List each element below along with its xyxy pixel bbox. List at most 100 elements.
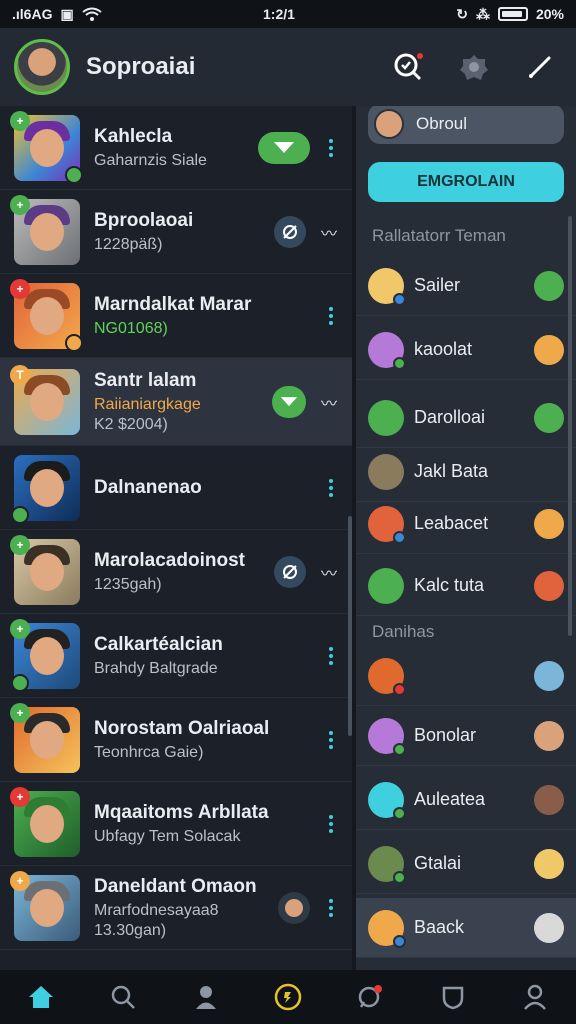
contact-name: Baack [414, 917, 465, 937]
muted-icon [283, 564, 297, 579]
reply-button[interactable] [258, 131, 310, 164]
search-button[interactable] [392, 51, 424, 83]
contact-name: Jakl Bata [414, 461, 489, 481]
chat-row[interactable]: Dalnanenao [0, 446, 352, 530]
chat-row[interactable]: + Norostam Oalriaoal Teonhrca Gaie) [0, 698, 352, 782]
chat-row[interactable]: T Santr lalam Raiianiargkage K2 $2004) 〰 [0, 358, 352, 446]
contact-item[interactable]: Sailer [356, 256, 576, 316]
chat-preview: Ubfagy Tem Solacak [94, 827, 241, 845]
mute-button[interactable] [274, 555, 306, 588]
more-menu-icon[interactable] [324, 478, 338, 497]
contact-action-icon[interactable] [534, 848, 564, 879]
nav-home[interactable] [21, 977, 61, 1017]
chat-row[interactable]: + Marolacadoinost 1235gah) 〰 [0, 530, 352, 614]
search-icon [112, 985, 136, 1009]
nav-account[interactable] [515, 977, 555, 1017]
more-menu-icon[interactable] [324, 730, 338, 749]
contact-name: Darolloai [414, 407, 486, 427]
nav-rewards[interactable] [268, 977, 308, 1017]
nav-profile[interactable] [186, 977, 226, 1017]
chat-name: Daneldant Omaon [94, 875, 257, 897]
shield-icon [442, 986, 463, 1010]
status-badge: + [10, 110, 30, 131]
avatar [11, 454, 80, 524]
chat-row[interactable]: + Daneldant Omaon Mrarfodnesayaa8 13.30g… [0, 866, 352, 950]
more-menu-icon[interactable] [324, 306, 338, 325]
avatar [368, 781, 406, 820]
search-input[interactable]: Obroul [368, 106, 564, 144]
chat-row[interactable]: + Kahlecla Gaharnzis Siale [0, 106, 352, 190]
contact-action-icon[interactable] [534, 402, 564, 433]
coin-icon [274, 983, 302, 1011]
contact-item[interactable]: kaoolat [356, 320, 576, 380]
contact-action-icon[interactable] [534, 334, 564, 365]
profile-avatar[interactable] [14, 39, 70, 95]
chat-meta: K2 $2004) [94, 415, 168, 433]
avatar[interactable] [278, 891, 310, 924]
scrollbar[interactable] [568, 216, 572, 636]
contact-action-icon[interactable] [534, 660, 564, 691]
contact-item[interactable]: Baack [356, 898, 576, 958]
contact-item[interactable]: Darolloai [356, 388, 576, 448]
wifi-icon [82, 7, 102, 21]
chat-row[interactable]: + Mqaaitoms Arbllata Ubfagy Tem Solacak [0, 782, 352, 866]
contact-action-icon[interactable] [534, 912, 564, 943]
chat-row[interactable]: + Bproolaoai 1228päß) 〰 [0, 190, 352, 274]
contact-item[interactable]: Auleatea [356, 770, 576, 830]
avatar: + [10, 870, 80, 941]
bottom-nav [0, 970, 576, 1024]
contact-name: Sailer [414, 275, 461, 295]
more-menu-icon[interactable] [324, 898, 338, 917]
status-badge: + [10, 786, 30, 807]
avatar: + [10, 278, 83, 352]
contact-action-icon[interactable] [534, 270, 564, 301]
chat-preview: Teonhrca Gaie) [94, 743, 204, 761]
contact-item[interactable]: Kalc tuta [356, 556, 576, 616]
person-icon [195, 986, 216, 1009]
nav-shield[interactable] [433, 977, 473, 1017]
contact-item[interactable]: Leabacet [356, 494, 576, 554]
avatar: T [10, 364, 80, 435]
contact-name: Leabacet [414, 513, 489, 533]
chat-row[interactable]: + Marndalkat Marar NG01068) [0, 274, 352, 358]
status-badge: + [10, 278, 30, 299]
activity-icon: 〰 [320, 225, 337, 243]
contact-item[interactable] [356, 646, 576, 706]
contact-item[interactable]: Jakl Bata [356, 442, 576, 502]
avatar [374, 109, 404, 139]
sync-icon: ↻ [456, 5, 468, 22]
scrollbar[interactable] [348, 516, 352, 736]
chat-name: Calkartéalcian [94, 633, 223, 655]
avatar: + [10, 534, 80, 605]
chat-name: Kahlecla [94, 125, 173, 147]
more-menu-icon[interactable] [324, 814, 338, 833]
chat-name: Marndalkat Marar [94, 293, 252, 315]
contact-action-icon[interactable] [534, 720, 564, 751]
status-badge: + [10, 534, 30, 555]
avatar [368, 717, 406, 756]
more-menu-icon[interactable] [324, 646, 338, 665]
primary-button[interactable]: EMGROLAIN [368, 162, 564, 202]
envelope-icon [274, 141, 294, 153]
chat-preview: Brahdy Baltgrade [94, 659, 218, 677]
contact-item[interactable]: Gtalai [356, 834, 576, 894]
avatar [368, 267, 406, 306]
nav-messages[interactable] [350, 977, 390, 1017]
nav-search[interactable] [103, 977, 143, 1017]
more-menu-icon[interactable] [324, 138, 338, 157]
chat-preview: 1228päß) [94, 235, 163, 253]
avatar [368, 845, 406, 884]
contact-item[interactable]: Bonolar [356, 706, 576, 766]
contact-action-icon[interactable] [534, 570, 564, 601]
chat-row[interactable]: + Calkartéalcian Brahdy Baltgrade [0, 614, 352, 698]
contact-action-icon[interactable] [534, 784, 564, 815]
chat-preview: 1235gah) [94, 575, 162, 593]
mute-button[interactable] [274, 215, 306, 248]
contact-name: Bonolar [414, 725, 477, 745]
contact-action-icon[interactable] [534, 508, 564, 539]
chat-meta: 13.30gan) [94, 921, 167, 939]
badge-button[interactable] [458, 51, 490, 83]
edit-button[interactable] [524, 51, 556, 83]
reply-button[interactable] [272, 385, 306, 418]
battery-text: 20% [535, 6, 564, 22]
